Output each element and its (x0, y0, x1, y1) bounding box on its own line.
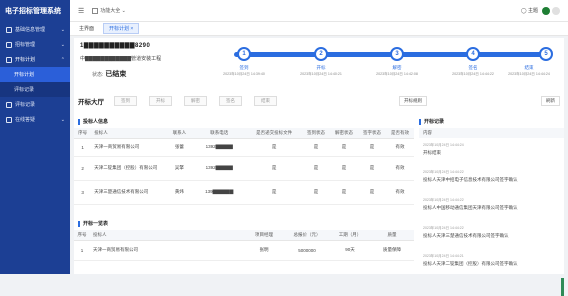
step-4-label: 签名 (468, 65, 478, 70)
user-toggle[interactable] (552, 6, 560, 15)
edit-icon (6, 56, 12, 63)
sidebar-item-evaluation-record[interactable]: 评标记录 (0, 97, 70, 112)
list-item: 2023年10月24日 14:44:21 投标人天津二锭集团（控股）有限公司签字确… (423, 254, 518, 266)
tab-opening-plan[interactable]: 开标计划 × (103, 23, 140, 34)
list-item: 2023年10月24日 14:44:22 投标人天津三楚通信技术有限公司签字确认 (423, 226, 509, 238)
chevron-down-icon: ⌄ (60, 116, 65, 123)
list-item: 2023年10月24日 14:44:22 投标人中国移动通信集团天津有限公司签字确… (423, 198, 518, 210)
sidebar-item-qa[interactable]: 在线答疑 ⌄ (0, 112, 70, 127)
project-status: 状态: 已结束 (92, 71, 127, 78)
table-row: 3 天津三楚通信技术有限公司 黄炜 139▇▇▇▇▇▇ 是 是 是 是 有效 (74, 180, 414, 205)
step-1-node: 1 (237, 47, 251, 61)
table-row: 2 天津二锭集团（控股）有限公司 吴擎 1392▇▇▇▇▇ 是 是 是 是 有效 (74, 156, 414, 181)
tab-bar: 主界面 开标计划 × (70, 22, 568, 36)
col-quality: 质量 (370, 230, 414, 241)
bidders-table: 序号 投标人 联系人 联系电话 是否递交投标文件 签到状态 解密状态 签字状态 … (74, 128, 414, 205)
step-5-label: 结束 (524, 65, 534, 70)
theme-label[interactable]: 主题 (528, 7, 538, 14)
question-icon (6, 116, 12, 123)
chevron-up-icon: ⌃ (60, 56, 65, 63)
step-5-node: 5 (539, 47, 553, 61)
decrypt-button[interactable]: 解密 (184, 96, 207, 106)
project-code: 1▇▇▇▇▇▇▇▇▇▇8290 (80, 43, 151, 49)
sidebar-submenu: 开标计划 评标记录 (0, 67, 70, 97)
step-2-node: 2 (314, 47, 328, 61)
folder-icon (6, 41, 12, 48)
scrollbar[interactable] (561, 278, 564, 296)
quotes-section-title: 开标一览表 (78, 220, 108, 227)
col-bidder: 投标人 (91, 128, 167, 139)
refresh-button[interactable]: 刷新 (541, 96, 560, 106)
topbar: ☰ 功能大全 ⌄ ◯ 主题 (70, 0, 568, 22)
col-sign: 签字状态 (358, 128, 386, 139)
step-4-node: 4 (466, 47, 480, 61)
table-row: 1 天津一商贸易有限公司 张蕾 1392▇▇▇▇▇ 是 是 是 是 有效 (74, 138, 414, 157)
sign-button[interactable]: 签名 (219, 96, 242, 106)
opening-rules-button[interactable]: 开标规则 (399, 96, 427, 106)
sidebar-subitem-evaluation[interactable]: 评标记录 (0, 82, 70, 97)
apps-icon (92, 7, 99, 14)
grid-icon (6, 26, 12, 33)
col-period: 工期（月） (330, 230, 370, 241)
opening-hall-title: 开标大厅 (78, 99, 104, 106)
signin-button[interactable]: 签到 (114, 96, 137, 106)
col-decrypt: 解密状态 (330, 128, 358, 139)
brand-title: 电子招标管理系统 (5, 8, 61, 15)
project-info: 1▇▇▇▇▇▇▇▇▇▇8290 中▇▇▇▇▇▇▇▇▇▇▇▇管道安装工程 状态: 已… (74, 38, 209, 82)
sidebar-item-basic-info[interactable]: 基础信息管理 ⌄ (0, 22, 70, 37)
avatar[interactable] (542, 6, 550, 15)
project-name: 中▇▇▇▇▇▇▇▇▇▇▇▇管道安装工程 (80, 56, 162, 62)
table-row: 1 天津一商贸易有限公司 张明 5000000 90天 质量保障 (74, 240, 414, 261)
col-submitted: 是否递交投标文件 (246, 128, 303, 139)
step-3-time: 2023年10月24日 14:42:08 (376, 72, 418, 76)
col-manager: 项目经理 (244, 230, 284, 241)
theme-icon[interactable]: ◯ (521, 8, 527, 14)
chevron-down-icon: ⌄ (60, 26, 65, 33)
list-item: 2023年10月24日 14:44:22 投标人天津中招电子信息技术有限公司签字确… (423, 170, 518, 182)
list-item: 2023年10月24日 14:44:24 开标结束 (423, 143, 464, 155)
sidebar-item-tender[interactable]: 招标管理 ⌄ (0, 37, 70, 52)
col-price: 总报价（元） (284, 230, 330, 241)
finish-button[interactable]: 结束 (254, 96, 277, 106)
step-2-time: 2023年10月24日 14:40:21 (300, 72, 342, 76)
tab-home[interactable]: 主界面 (74, 24, 99, 33)
step-2-label: 开标 (316, 65, 326, 70)
bidders-section-title: 投标人信息 (78, 118, 108, 125)
breadcrumb[interactable]: 功能大全 ⌄ (92, 7, 126, 14)
opening-hall-bar: 开标大厅 签到 开标 解密 签名 结束 开标规则 刷新 (74, 94, 564, 108)
col-signin: 签到状态 (302, 128, 331, 139)
step-3-label: 解密 (392, 65, 402, 70)
record-icon (6, 101, 12, 108)
step-1-time: 2023年10月24日 14:39:40 (223, 72, 265, 76)
main-content: 1▇▇▇▇▇▇▇▇▇▇8290 中▇▇▇▇▇▇▇▇▇▇▇▇管道安装工程 状态: 已… (74, 38, 564, 296)
col-valid: 是否有效 (385, 128, 414, 139)
menu-toggle-icon[interactable]: ☰ (78, 7, 84, 15)
topbar-right: ◯ 主题 (521, 6, 560, 15)
chevron-down-icon: ⌄ (60, 41, 65, 48)
step-5-time: 2023年10月24日 14:44:24 (508, 72, 550, 76)
step-1-label: 签到 (239, 65, 249, 70)
step-4-time: 2023年10月24日 14:44:22 (452, 72, 494, 76)
sidebar-item-opening-plan[interactable]: 开标计划 ⌃ (0, 52, 70, 67)
records-header: 内容 (419, 128, 564, 138)
status-value: 已结束 (105, 71, 127, 78)
sidebar-subitem-opening-plan[interactable]: 开标计划 (0, 67, 70, 82)
col-phone: 联系电话 (192, 128, 247, 139)
col-bidder: 投标人 (90, 230, 244, 241)
quotes-table: 序号 投标人 项目经理 总报价（元） 工期（月） 质量 1 天津一商贸易有限公司… (74, 230, 414, 261)
step-3-node: 3 (390, 47, 404, 61)
col-no: 序号 (74, 230, 90, 241)
col-no: 序号 (74, 128, 92, 139)
sidebar: 电子招标管理系统 基础信息管理 ⌄ 招标管理 ⌄ 开标计划 ⌃ 开标计划 评标记录 评… (0, 0, 70, 274)
col-contact: 联系人 (166, 128, 193, 139)
records-section-title: 开标记录 (419, 118, 444, 125)
progress-steps: 1 2 3 4 5 签到 开标 解密 签名 结束 2023年10月24日 14:… (214, 42, 559, 82)
opening-records: 开标记录 内容 2023年10月24日 14:44:24 开标结束 2023年10… (419, 118, 564, 278)
open-button[interactable]: 开标 (149, 96, 172, 106)
